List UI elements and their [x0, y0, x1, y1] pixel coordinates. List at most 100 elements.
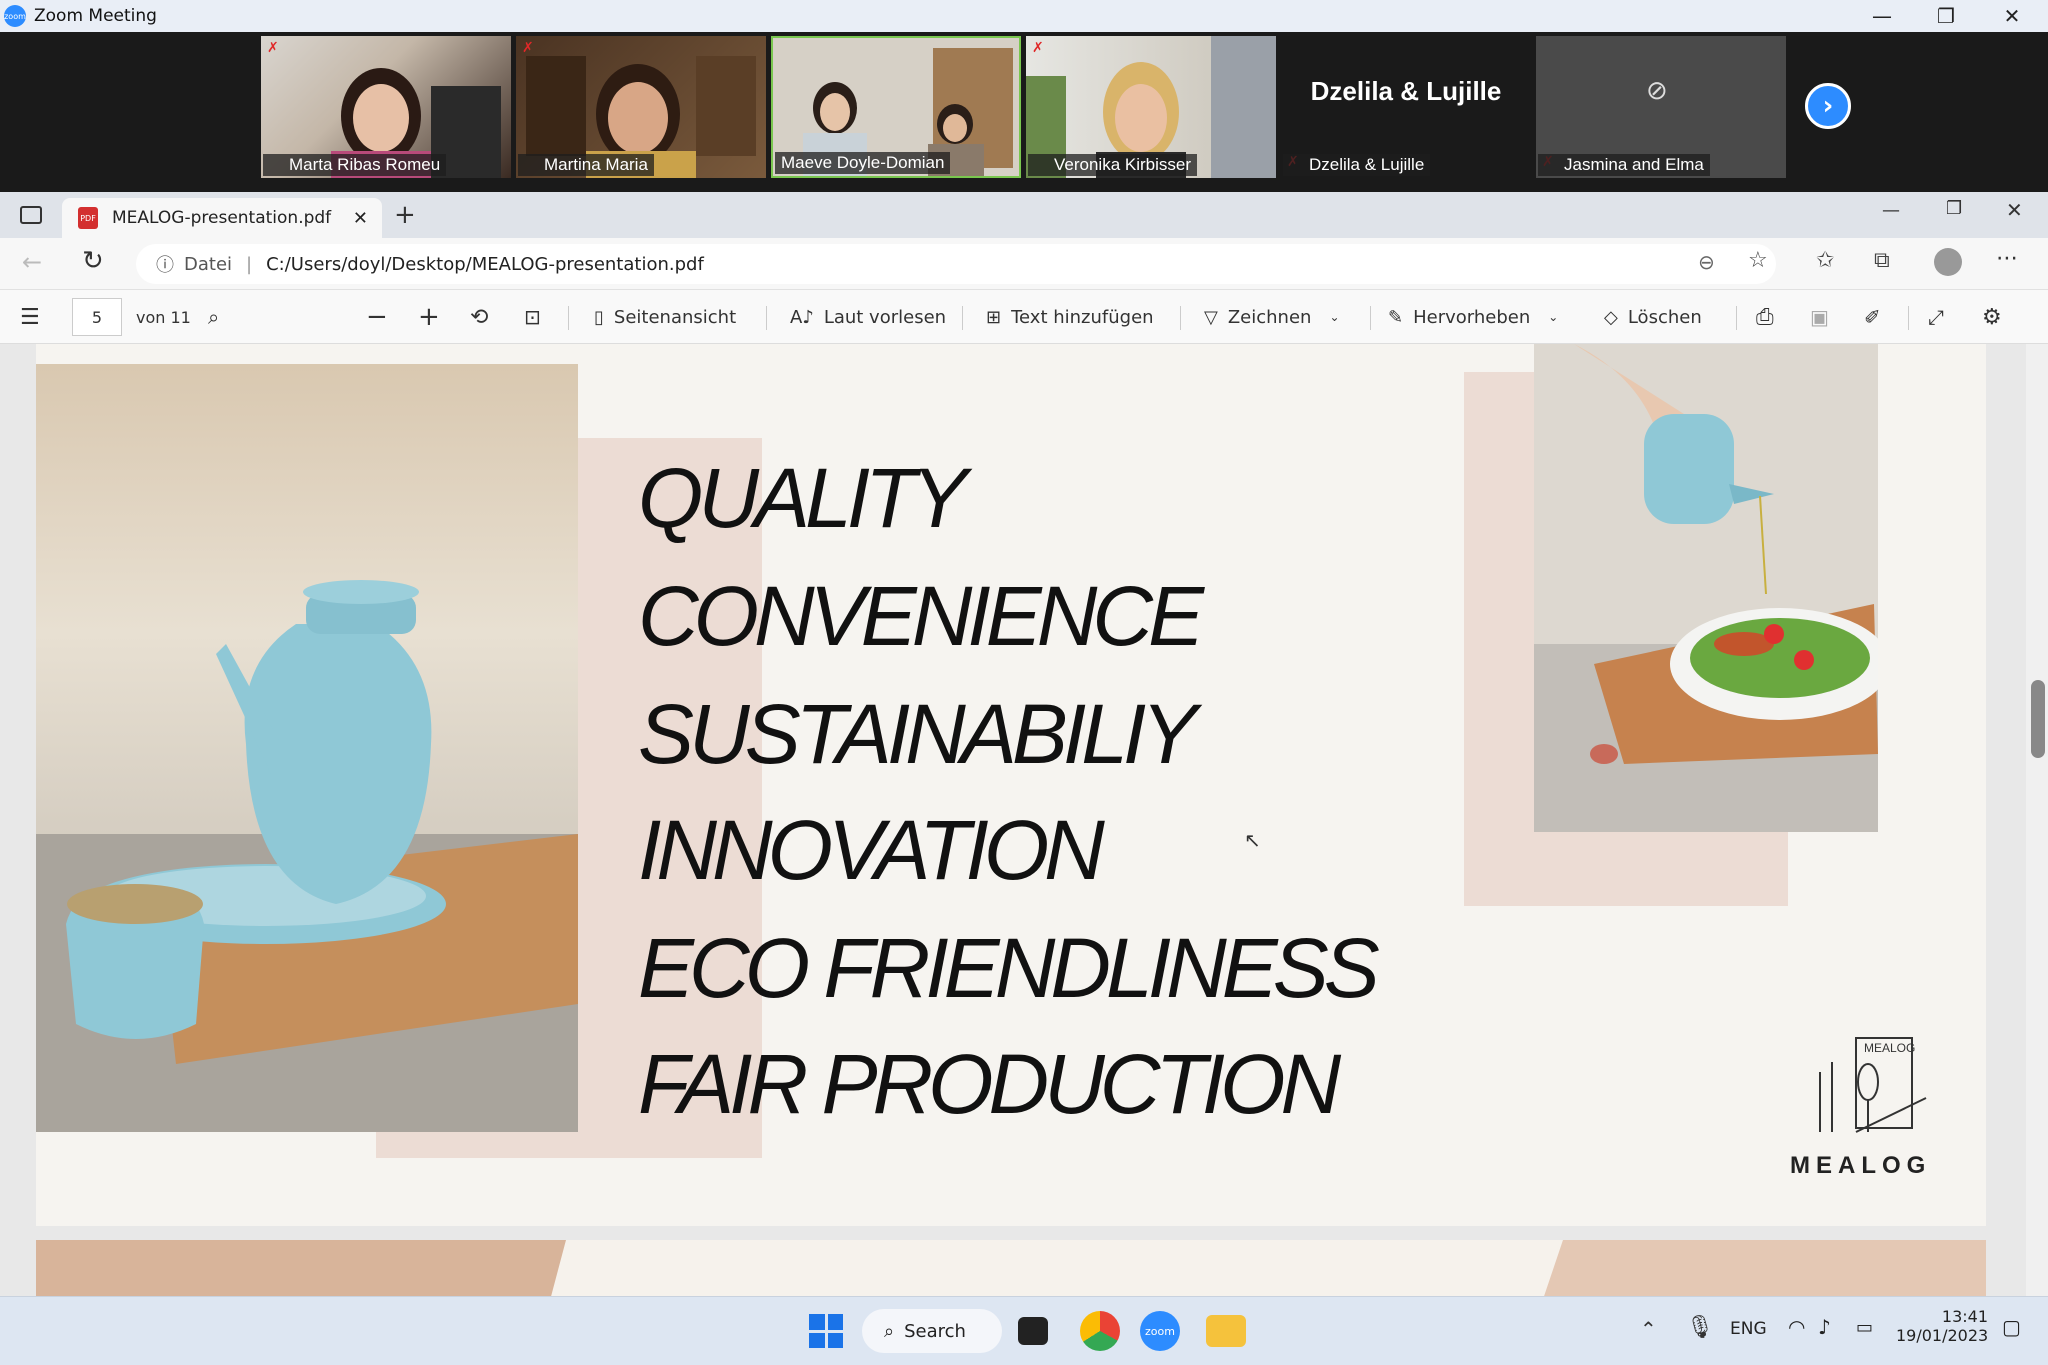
vertical-scrollbar[interactable]: [2026, 344, 2048, 1296]
minimize-icon[interactable]: —: [1852, 0, 1912, 32]
restore-icon[interactable]: ❐: [1946, 198, 1962, 219]
volume-icon[interactable]: ♪: [1818, 1315, 1831, 1339]
scrollbar-thumb[interactable]: [2031, 680, 2045, 758]
notification-icon[interactable]: ▢: [2002, 1315, 2021, 1339]
add-text-button[interactable]: ⊞ Text hinzufügen: [986, 290, 1154, 344]
mealog-logo-icon: MEALOG: [1819, 1037, 1927, 1133]
participant-tile[interactable]: ⊘ ✗ Jasmina and Elma: [1536, 36, 1786, 178]
search-icon[interactable]: ⌕: [208, 290, 219, 344]
participant-tile[interactable]: ✗ Veronika Kirbisser: [1026, 36, 1276, 178]
participant-name: Marta Ribas Romeu: [263, 154, 447, 176]
pdf-viewer[interactable]: QUALITY CONVENIENCE SUSTAINABILIY INNOVA…: [0, 344, 2048, 1296]
microphone-icon[interactable]: 🎙: [1686, 1315, 1714, 1340]
participant-tile[interactable]: ✗ Marta Ribas Romeu: [261, 36, 511, 178]
profile-avatar[interactable]: [1934, 248, 1962, 276]
clock-date: 19/01/2023: [1896, 1326, 1989, 1345]
favorite-star-icon[interactable]: ☆: [1748, 248, 1768, 273]
close-icon[interactable]: ✕: [1982, 0, 2042, 32]
erase-button[interactable]: ◇ Löschen: [1604, 290, 1702, 344]
zoom-in-button[interactable]: +: [418, 290, 440, 344]
language-indicator[interactable]: ENG: [1730, 1319, 1767, 1339]
taskbar-search[interactable]: ⌕ Search: [862, 1309, 1002, 1353]
chevron-right-icon[interactable]: ›: [1805, 83, 1851, 129]
address-scheme-label: Datei: [184, 253, 233, 275]
page-view-icon: ▯: [594, 306, 604, 328]
rotate-icon[interactable]: ⟲: [470, 290, 488, 344]
participant-name-card: Dzelila & Lujille: [1310, 75, 1502, 106]
info-icon[interactable]: ⓘ: [156, 251, 174, 277]
browser-tab-active[interactable]: PDF MEALOG-presentation.pdf ✕: [62, 198, 382, 238]
page-number-input[interactable]: 5: [72, 298, 122, 336]
chevron-up-icon[interactable]: ⌃: [1640, 1317, 1657, 1341]
zoom-app-icon[interactable]: zoom: [1140, 1311, 1180, 1351]
participant-name: Maeve Doyle-Domian: [775, 152, 951, 174]
accent-block: [36, 1240, 566, 1296]
highlight-label: Hervorheben: [1413, 306, 1531, 328]
print-icon[interactable]: ⎙: [1756, 290, 1774, 344]
slide-value-convenience: CONVENIENCE: [638, 569, 1204, 663]
close-icon[interactable]: ✕: [2006, 198, 2023, 222]
zoom-out-button[interactable]: −: [366, 290, 388, 344]
draw-button[interactable]: ▽ Zeichnen ⌄: [1204, 290, 1340, 344]
clock-time: 13:41: [1941, 1307, 1988, 1326]
file-explorer-icon[interactable]: [1206, 1315, 1246, 1347]
chevron-down-icon[interactable]: ⌄: [1548, 310, 1558, 324]
teapot-product-photo: [36, 364, 578, 1132]
save-as-icon[interactable]: ✐: [1864, 290, 1881, 344]
chrome-icon[interactable]: [1080, 1311, 1120, 1351]
accent-block: [1536, 1240, 1986, 1296]
read-aloud-button[interactable]: A♪ Laut vorlesen: [790, 290, 946, 344]
clock[interactable]: 13:41 19/01/2023: [1896, 1307, 1988, 1345]
save-icon[interactable]: ▣: [1810, 290, 1829, 344]
restore-icon[interactable]: ❐: [1916, 0, 1976, 32]
participant-tile[interactable]: Dzelila & Lujille ✗ Dzelila & Lujille: [1281, 36, 1531, 178]
task-view-icon[interactable]: [1018, 1317, 1048, 1345]
battery-icon[interactable]: ▭: [1856, 1317, 1873, 1338]
highlight-button[interactable]: ✎ Hervorheben ⌄: [1388, 290, 1558, 344]
participant-gallery: ✗ Marta Ribas Romeu ✗ Martina Maria Maev…: [0, 32, 2048, 190]
zoom-out-icon[interactable]: ⊖: [1698, 250, 1715, 274]
new-tab-icon[interactable]: +: [394, 200, 416, 230]
settings-gear-icon[interactable]: ⚙: [1982, 290, 2002, 344]
windows-taskbar: ⌕ Search zoom ⌃ 🎙 ENG ◠ ♪ ▭ 13:41 19/01/2…: [0, 1296, 2048, 1365]
eraser-icon: ◇: [1604, 306, 1618, 328]
tab-bar: PDF MEALOG-presentation.pdf ✕ + — ❐ ✕: [0, 192, 2048, 238]
zoom-window-title: Zoom Meeting: [34, 6, 157, 26]
slide-value-eco-friendliness: ECO FRIENDLINESS: [638, 921, 1380, 1015]
close-tab-icon[interactable]: ✕: [353, 208, 368, 229]
participant-tile-active[interactable]: Maeve Doyle-Domian: [771, 36, 1021, 178]
wifi-icon[interactable]: ◠: [1788, 1315, 1805, 1339]
draw-label: Zeichnen: [1227, 306, 1312, 328]
read-aloud-icon: A♪: [790, 306, 814, 328]
tab-actions-icon[interactable]: [20, 206, 42, 224]
mouse-cursor-icon: ↖: [1244, 828, 1261, 852]
participant-name: Martina Maria: [518, 154, 654, 176]
windows-start-icon[interactable]: [806, 1311, 846, 1351]
fit-page-icon[interactable]: ⊡: [524, 290, 541, 344]
address-bar[interactable]: ⓘ Datei | C:/Users/doyl/Desktop/MEALOG-p…: [136, 244, 1776, 284]
back-arrow-icon[interactable]: ←: [22, 248, 42, 276]
table-of-contents-icon[interactable]: ☰: [20, 290, 40, 344]
refresh-icon[interactable]: ↻: [82, 246, 104, 276]
draw-icon: ▽: [1204, 306, 1218, 328]
participant-tile[interactable]: ✗ Martina Maria: [516, 36, 766, 178]
erase-label: Löschen: [1627, 306, 1702, 328]
pdf-page-5: QUALITY CONVENIENCE SUSTAINABILIY INNOVA…: [36, 344, 1986, 1226]
address-url: C:/Users/doyl/Desktop/MEALOG-presentatio…: [266, 253, 704, 275]
camera-off-icon: ⊘: [1646, 76, 1668, 106]
edge-browser-window: PDF MEALOG-presentation.pdf ✕ + — ❐ ✕ ← …: [0, 192, 2048, 1296]
more-menu-icon[interactable]: ⋯: [1996, 246, 2018, 271]
highlight-icon: ✎: [1388, 306, 1404, 328]
food-pouring-photo: [1534, 344, 1878, 832]
favorites-icon[interactable]: ✩: [1816, 248, 1834, 273]
fullscreen-icon[interactable]: ⤢: [1928, 290, 1944, 344]
collections-icon[interactable]: ⧉: [1874, 248, 1890, 273]
minimize-icon[interactable]: —: [1882, 200, 1900, 221]
page-view-button[interactable]: ▯ Seitenansicht: [594, 290, 736, 344]
tab-title: MEALOG-presentation.pdf: [112, 208, 332, 228]
page-total-label: von 11: [136, 307, 191, 327]
pdf-file-icon: PDF: [78, 207, 98, 229]
page-view-label: Seitenansicht: [613, 306, 737, 328]
add-text-icon: ⊞: [986, 306, 1002, 328]
chevron-down-icon[interactable]: ⌄: [1329, 310, 1339, 324]
